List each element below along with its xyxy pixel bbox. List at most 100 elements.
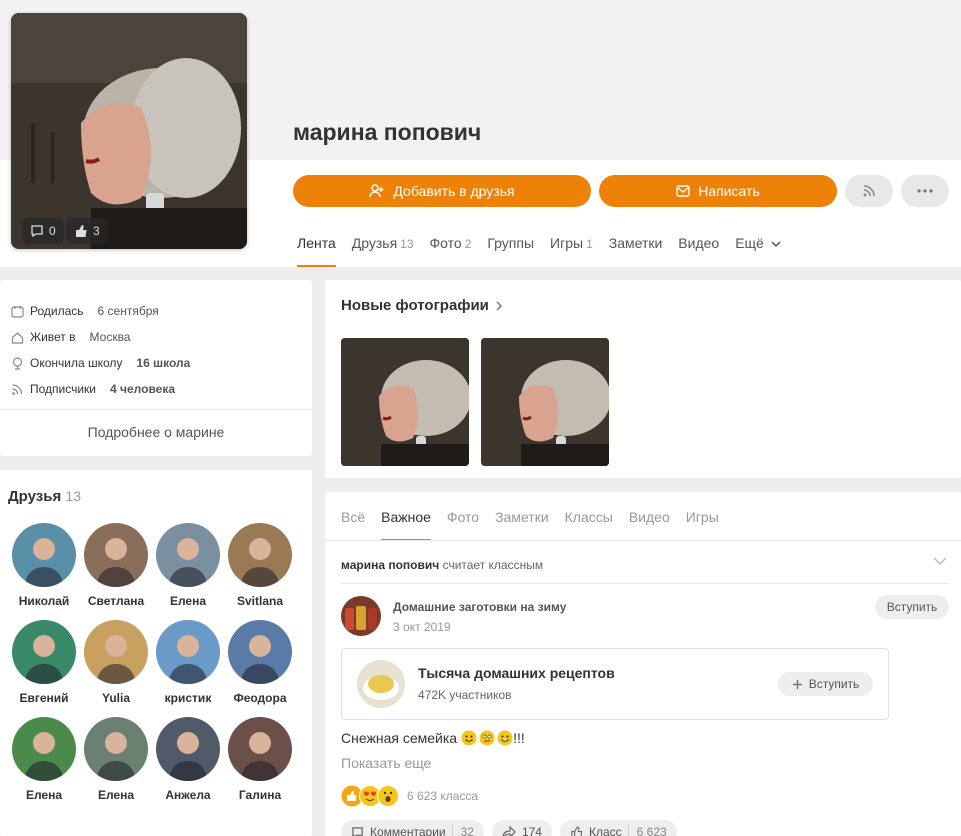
feed-tabs: Всё Важное Фото Заметки Классы Видео Игр…: [341, 509, 735, 541]
friend-name: Yulia: [101, 691, 130, 705]
tab-photos[interactable]: Фото 2: [430, 235, 472, 267]
avatar-photo: [11, 13, 247, 249]
tab-label: Лента: [297, 235, 336, 251]
feed-event-header: марина попович считает классным: [341, 558, 543, 572]
friend-item[interactable]: Елена: [80, 717, 152, 802]
comments-label: Комментарии: [370, 825, 446, 836]
rss-icon: [863, 185, 875, 197]
friend-item[interactable]: Елена: [8, 717, 80, 802]
tab-count: 2: [464, 237, 472, 251]
about-value[interactable]: 4 человека: [110, 382, 175, 396]
wink-emoji-icon: [479, 730, 495, 746]
feed-actor[interactable]: марина попович: [341, 558, 439, 572]
tab-games[interactable]: Игры 1: [550, 235, 593, 267]
friend-item[interactable]: Елена: [152, 523, 224, 608]
avatar-comments-count: 0: [49, 224, 56, 238]
friend-item[interactable]: Евгений: [8, 620, 80, 705]
tab-feed[interactable]: Лента: [297, 235, 336, 267]
avatar-comments-badge[interactable]: 0: [22, 218, 64, 244]
friend-name: Светлана: [87, 594, 145, 608]
feed-tab-video[interactable]: Видео: [629, 509, 670, 541]
class-button[interactable]: Класс 6 623: [559, 820, 677, 836]
about-value: 6 сентября: [97, 304, 159, 318]
subscribers-icon: [10, 382, 24, 396]
about-label: Окончила школу: [30, 356, 123, 370]
friend-item[interactable]: Анжела: [152, 717, 224, 802]
more-about-link[interactable]: Подробнее о марине: [0, 409, 312, 440]
write-message-button[interactable]: Написать: [599, 175, 837, 207]
tab-label: Заметки: [608, 235, 663, 251]
embedded-group-card[interactable]: Тысяча домашних рецептов 472K участников…: [341, 648, 889, 720]
add-friend-label: Добавить в друзья: [393, 183, 515, 199]
feed-tab-photo[interactable]: Фото: [447, 509, 479, 541]
group-name[interactable]: Домашние заготовки на зиму: [393, 600, 566, 614]
friend-avatar: [84, 620, 148, 684]
avatar-likes-count: 3: [93, 224, 100, 238]
tab-friends[interactable]: Друзья 13: [352, 235, 414, 267]
about-row-subscribers: Подписчики 4 человека: [0, 376, 190, 402]
feed-tab-games[interactable]: Игры: [686, 509, 719, 541]
group-avatar[interactable]: [341, 596, 381, 636]
like-icon: [571, 825, 583, 836]
feed-tab-important[interactable]: Важное: [381, 509, 431, 541]
new-photos-title[interactable]: Новые фотографии: [341, 297, 503, 314]
friend-item[interactable]: Галина: [224, 717, 296, 802]
profile-name: марина попович: [293, 119, 482, 145]
friend-item[interactable]: Светлана: [80, 523, 152, 608]
chevron-down-icon[interactable]: [933, 556, 947, 566]
smile-emoji-icon: [461, 730, 477, 746]
comments-button[interactable]: Комментарии 32: [341, 820, 484, 836]
show-more-link[interactable]: Показать еще: [341, 755, 431, 771]
tab-label: Видео: [678, 235, 720, 251]
reactions-summary[interactable]: 6 623 класса: [341, 785, 478, 807]
tab-label: Фото: [429, 235, 462, 251]
about-row-school: Окончила школу 16 школа: [0, 350, 190, 376]
tab-label: Игры: [550, 235, 584, 251]
friend-avatar: [228, 523, 292, 587]
friend-item[interactable]: Николай: [8, 523, 80, 608]
avatar-likes-badge[interactable]: 3: [66, 218, 108, 244]
feed-tab-classes[interactable]: Классы: [565, 509, 613, 541]
tab-more[interactable]: Ещё: [735, 235, 781, 267]
about-value[interactable]: Москва: [90, 330, 131, 344]
tab-notes[interactable]: Заметки: [609, 235, 663, 267]
feed-tab-notes[interactable]: Заметки: [495, 509, 549, 541]
friend-item[interactable]: Svitlana: [224, 523, 296, 608]
write-message-label: Написать: [698, 183, 760, 199]
add-friend-button[interactable]: Добавить в друзья: [293, 175, 591, 207]
more-actions-button[interactable]: [901, 175, 949, 207]
share-button[interactable]: 174: [491, 820, 552, 836]
friend-name: Анжела: [165, 788, 211, 802]
photo-thumbnail[interactable]: [341, 338, 469, 466]
friend-name: Феодора: [233, 691, 287, 705]
photo-thumbnail[interactable]: [481, 338, 609, 466]
about-value[interactable]: 16 школа: [136, 356, 190, 370]
feed-divider: [325, 540, 961, 541]
tab-groups[interactable]: Группы: [487, 235, 534, 267]
home-icon: [10, 330, 24, 344]
embedded-group-name[interactable]: Тысяча домашних рецептов: [418, 665, 615, 681]
tab-count: 1: [586, 237, 593, 251]
feed-tab-all[interactable]: Всё: [341, 509, 365, 541]
friend-item[interactable]: кристик: [152, 620, 224, 705]
shares-count: 174: [521, 825, 542, 836]
friends-title[interactable]: Друзья 13: [8, 488, 81, 505]
friends-card: Друзья 13 Николай Светлана Елена Svitlana Ев…: [0, 470, 312, 836]
post-actions: Комментарии 32 174 Класс 6 623: [341, 820, 677, 836]
friend-item[interactable]: Yulia: [80, 620, 152, 705]
profile-avatar[interactable]: 0 3: [11, 13, 247, 249]
friends-title-text: Друзья: [8, 488, 62, 505]
friend-avatar: [12, 717, 76, 781]
join-group-button[interactable]: Вступить: [875, 595, 949, 619]
subscribe-button[interactable]: [845, 175, 893, 207]
embedded-join-button[interactable]: Вступить: [778, 672, 873, 696]
friend-item[interactable]: Феодора: [224, 620, 296, 705]
jars-image: [341, 596, 381, 636]
profile-tabs: Лента Друзья 13 Фото 2 Группы Игры 1 Заметк…: [297, 235, 797, 267]
about-label: Живет в: [30, 330, 76, 344]
tab-label: Друзья: [351, 235, 398, 251]
friend-name: Галина: [238, 788, 282, 802]
tab-video[interactable]: Видео: [678, 235, 719, 267]
plus-icon: [792, 679, 802, 689]
comment-icon: [352, 826, 363, 836]
